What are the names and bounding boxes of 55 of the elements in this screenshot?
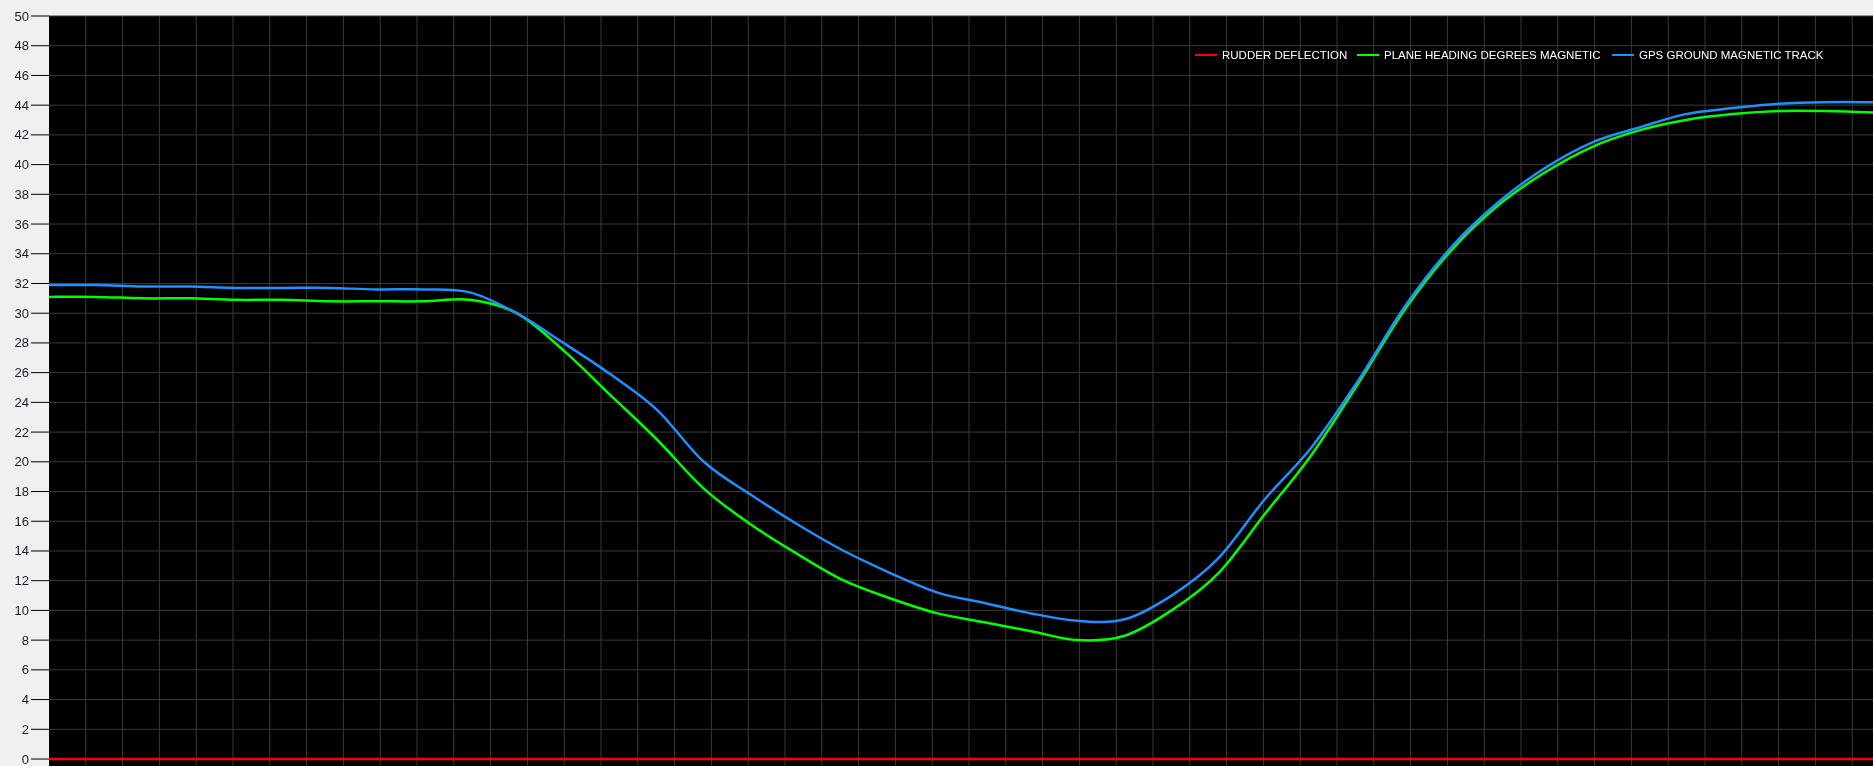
tick-mark <box>30 431 50 433</box>
axis-label: 42 <box>14 127 29 143</box>
tick-mark <box>30 609 50 611</box>
axis-label: 2 <box>21 721 29 737</box>
axis-label: 0 <box>21 751 29 766</box>
legend-label: PLANE HEADING DEGREES MAGNETIC <box>1384 49 1601 61</box>
axis-label: 40 <box>14 157 29 173</box>
axis-label: 10 <box>14 602 29 618</box>
axis-label: 20 <box>14 454 29 470</box>
axis-label: 22 <box>14 424 29 440</box>
axis-label: 6 <box>21 662 29 678</box>
axis-label: 28 <box>14 335 29 351</box>
axis-label: 46 <box>14 67 29 83</box>
tick-mark <box>30 461 50 463</box>
tick-mark <box>30 699 50 701</box>
axis-label: 44 <box>14 97 29 113</box>
tick-mark <box>30 550 50 552</box>
axis-label: 18 <box>14 484 29 500</box>
legend-label: RUDDER DEFLECTION <box>1222 49 1348 61</box>
tick-mark <box>30 253 50 255</box>
tick-mark <box>30 104 50 106</box>
tick-mark <box>30 223 50 225</box>
axis-label: 32 <box>14 276 29 291</box>
axis-label: 26 <box>14 365 29 381</box>
axis-label: 12 <box>14 573 29 589</box>
tick-mark <box>30 193 50 195</box>
axis-label: 14 <box>14 543 29 559</box>
axis-label: 30 <box>14 305 29 321</box>
tick-mark <box>30 401 50 403</box>
tick-mark <box>30 372 50 374</box>
tick-mark <box>30 74 50 76</box>
tick-mark <box>30 312 50 314</box>
axis-label: 24 <box>14 394 29 410</box>
tick-mark <box>30 520 50 522</box>
tick-mark <box>30 134 50 136</box>
axis-label: 16 <box>14 513 29 529</box>
tick-mark <box>30 491 50 493</box>
tick-mark <box>30 639 50 641</box>
tick-mark <box>30 164 50 166</box>
axis-label: 48 <box>14 38 29 54</box>
tick-mark <box>30 342 50 344</box>
tick-mark <box>30 758 50 760</box>
axis-label: 8 <box>21 632 29 648</box>
tick-mark <box>30 283 50 284</box>
tick-mark <box>30 580 50 582</box>
axis-label: 4 <box>21 692 29 708</box>
axis-label: 38 <box>14 186 29 202</box>
tick-mark <box>30 728 50 730</box>
tick-mark <box>30 15 50 17</box>
legend-label: GPS GROUND MAGNETIC TRACK <box>1639 49 1824 61</box>
axis-label: 34 <box>14 246 29 262</box>
tick-mark <box>30 669 50 671</box>
axis-label: 50 <box>14 8 29 24</box>
tick-mark <box>30 45 50 47</box>
axis-label: 36 <box>14 216 29 232</box>
